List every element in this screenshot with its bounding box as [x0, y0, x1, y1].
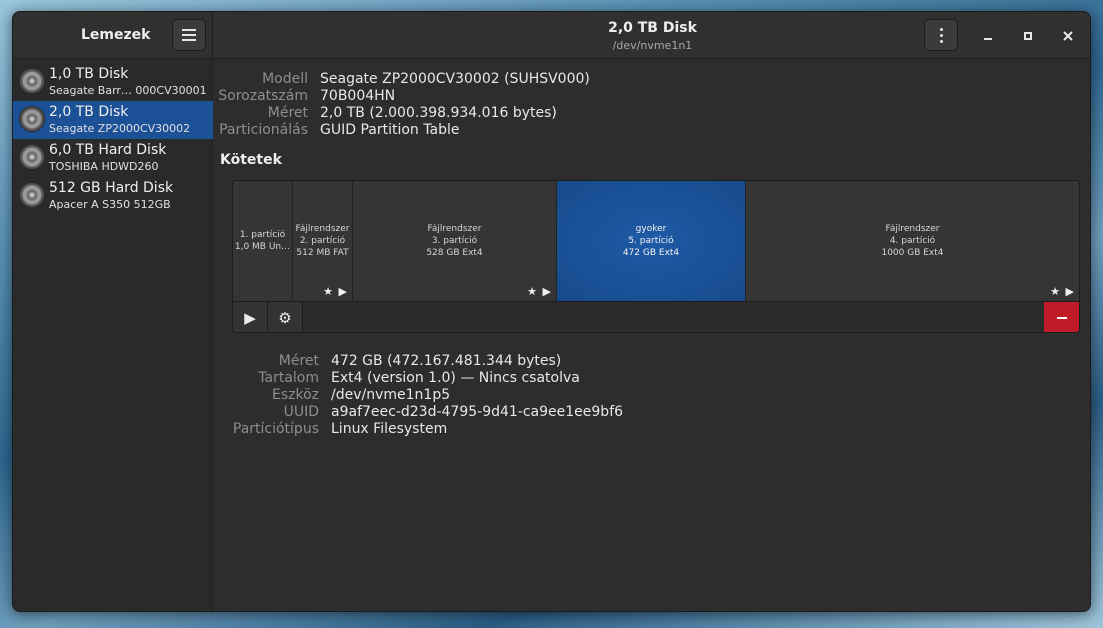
sidebar-header: Lemezek [13, 12, 213, 59]
disk-title: 2,0 TB Disk [608, 20, 697, 36]
app-title: Lemezek [81, 27, 151, 43]
disk-item-name: 6,0 TB Hard Disk [49, 142, 167, 158]
hard-disk-icon [19, 68, 45, 94]
size-value: 2,0 TB (2.000.398.934.016 bytes) [320, 105, 557, 121]
boot-play-icon: ★ ▶ [527, 285, 552, 298]
size-label: Méret [267, 105, 308, 121]
disk-item-model: Seagate ZP2000CV30002 [49, 122, 191, 135]
partitioning-label: Particionálás [219, 122, 308, 138]
hard-disk-icon [19, 182, 45, 208]
gears-icon: ⚙ [278, 309, 292, 327]
serial-value: 70B004HN [320, 88, 396, 104]
disk-item-2tb[interactable]: 2,0 TB Disk Seagate ZP2000CV30002 [13, 101, 213, 139]
disk-item-6tb[interactable]: 6,0 TB Hard Disk TOSHIBA HDWD260 [13, 139, 213, 177]
partition-2[interactable]: Fájlrendszer 2. partíció 512 MB FAT ★ ▶ [293, 181, 353, 301]
model-label: Modell [262, 71, 308, 87]
partition-3[interactable]: Fájlrendszer 3. partíció 528 GB Ext4 ★ ▶ [353, 181, 557, 301]
close-icon [1063, 31, 1073, 41]
disks-window: Lemezek 2,0 TB Disk /dev/nvme1n1 1,0 TB … [12, 11, 1091, 612]
partition-type-value: Linux Filesystem [331, 421, 448, 437]
partition-toolbar: ▶ ⚙ [233, 301, 1079, 332]
serial-label: Sorozatszám [218, 88, 308, 104]
delete-partition-button[interactable] [1044, 302, 1079, 332]
mount-button[interactable]: ▶ [233, 302, 268, 332]
model-value: Seagate ZP2000CV30002 (SUHSV000) [320, 71, 590, 87]
volumes-graph: 1. partíció 1,0 MB Un… Fájlrendszer 2. p… [232, 180, 1080, 333]
play-icon: ▶ [244, 309, 256, 327]
disk-item-model: Apacer A S350 512GB [49, 198, 171, 211]
partition-5[interactable]: gyoker 5. partíció 472 GB Ext4 [557, 181, 746, 301]
partition-device-value: /dev/nvme1n1p5 [331, 387, 451, 403]
main-menu-button[interactable] [172, 19, 206, 51]
partition-settings-button[interactable]: ⚙ [268, 302, 303, 332]
minimize-icon [984, 38, 992, 40]
disk-item-name: 512 GB Hard Disk [49, 180, 174, 196]
partitioning-value: GUID Partition Table [320, 122, 460, 138]
maximize-button[interactable] [1016, 24, 1040, 48]
maximize-icon [1024, 32, 1032, 40]
partition-uuid-label: UUID [283, 404, 319, 420]
hard-disk-icon [19, 144, 45, 170]
partition-size-label: Méret [278, 353, 319, 369]
partition-uuid-value: a9af7eec-d23d-4795-9d41-ca9ee1ee9bf6 [331, 404, 624, 420]
disk-details: Modell Seagate ZP2000CV30002 (SUHSV000) … [214, 59, 1090, 611]
disk-item-model: TOSHIBA HDWD260 [49, 160, 159, 173]
hamburger-menu-icon [182, 29, 196, 31]
partition-type-label: Partíciótípus [232, 421, 319, 437]
disk-item-model: Seagate Barr… 000CV30001 [49, 84, 207, 97]
minimize-button[interactable] [976, 24, 1000, 48]
hard-disk-icon [19, 106, 45, 132]
minus-icon [1056, 317, 1067, 319]
vertical-dots-icon [939, 27, 943, 31]
disk-list-sidebar: 1,0 TB Disk Seagate Barr… 000CV30001 2,0… [13, 59, 213, 611]
partition-1[interactable]: 1. partíció 1,0 MB Un… [233, 181, 293, 301]
partition-contents-label: Tartalom [258, 370, 319, 386]
drive-options-button[interactable] [924, 19, 958, 51]
disk-item-512gb[interactable]: 512 GB Hard Disk Apacer A S350 512GB [13, 177, 213, 215]
partition-device-label: Eszköz [271, 387, 319, 403]
partition-4[interactable]: Fájlrendszer 4. partíció 1000 GB Ext4 ★ … [746, 181, 1079, 301]
disk-item-1tb[interactable]: 1,0 TB Disk Seagate Barr… 000CV30001 [13, 63, 213, 101]
close-button[interactable] [1056, 24, 1080, 48]
partition-bar: 1. partíció 1,0 MB Un… Fájlrendszer 2. p… [233, 181, 1079, 301]
disk-subtitle: /dev/nvme1n1 [612, 39, 693, 52]
disk-item-name: 2,0 TB Disk [49, 104, 129, 120]
boot-play-icon: ★ ▶ [323, 285, 348, 298]
boot-play-icon: ★ ▶ [1050, 285, 1075, 298]
disk-item-name: 1,0 TB Disk [49, 66, 129, 82]
volumes-title: Kötetek [220, 152, 282, 168]
header-bar: Lemezek 2,0 TB Disk /dev/nvme1n1 [13, 12, 1090, 59]
partition-size-value: 472 GB (472.167.481.344 bytes) [331, 353, 562, 369]
partition-contents-value: Ext4 (version 1.0) — Nincs csatolva [331, 370, 580, 386]
